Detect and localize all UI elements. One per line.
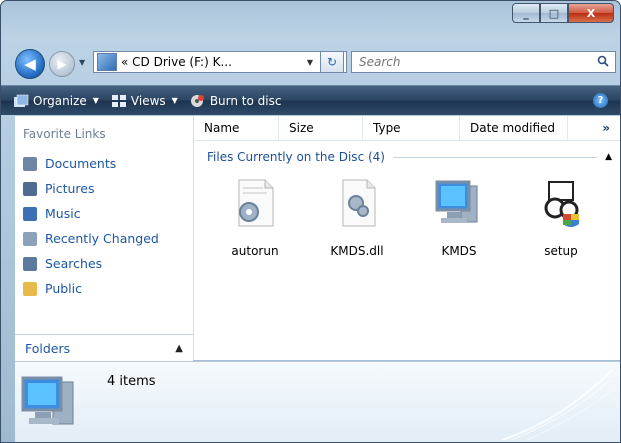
folders-toggle[interactable]: Folders ▲ — [15, 334, 193, 361]
address-dropdown-icon[interactable]: ▼ — [302, 58, 318, 67]
back-button[interactable]: ◀ — [15, 49, 45, 79]
sidebar-item-public[interactable]: Public — [15, 276, 193, 301]
maximize-button[interactable]: □ — [540, 3, 568, 23]
dll-gear-icon — [342, 179, 376, 227]
chevron-down-icon: ▼ — [171, 96, 178, 105]
recent-pages-dropdown[interactable]: ▼ — [79, 58, 85, 67]
details-pane: 4 items — [15, 361, 620, 442]
sidebar-item-music[interactable]: Music — [15, 201, 193, 226]
chevron-down-icon: ▼ — [92, 96, 99, 105]
forward-arrow-icon: ▶ — [57, 57, 67, 71]
file-item-kmds-dll[interactable]: KMDS.dll — [306, 176, 408, 258]
file-label: KMDS — [441, 244, 477, 258]
file-label: autorun — [231, 244, 279, 258]
group-divider — [392, 156, 598, 158]
favorite-links-header: Favorite Links — [23, 127, 106, 141]
close-button[interactable]: X — [568, 3, 614, 23]
forward-button[interactable]: ▶ — [49, 51, 75, 77]
caption-buttons: _ □ X — [512, 3, 614, 23]
file-item-kmds[interactable]: KMDS — [408, 176, 510, 258]
explorer-window: _ □ X ◀ ▶ ▼ « CD Drive (F:) K... ▼ ↻ Org… — [0, 0, 621, 443]
address-text: « CD Drive (F:) K... — [121, 55, 232, 69]
command-bar: Organize ▼ Views ▼ Burn to disc ? — [1, 85, 620, 115]
sidebar-item-recently-changed[interactable]: Recently Changed — [15, 226, 193, 251]
music-icon — [23, 206, 37, 221]
help-icon[interactable]: ? — [593, 93, 608, 108]
address-row: ◀ ▶ ▼ « CD Drive (F:) K... ▼ ↻ — [1, 45, 620, 79]
sidebar-item-label: Music — [45, 206, 81, 221]
file-item-setup[interactable]: setup — [510, 176, 612, 258]
file-label: KMDS.dll — [330, 244, 384, 258]
search-icon[interactable] — [597, 55, 609, 70]
column-headers: Name Size Type Date modified » — [194, 116, 620, 141]
sidebar-item-label: Recently Changed — [45, 231, 159, 246]
cd-drive-icon — [97, 53, 117, 71]
pictures-icon — [23, 181, 37, 196]
documents-icon — [23, 156, 37, 171]
file-label: setup — [544, 244, 578, 258]
item-count: 4 items — [107, 374, 156, 389]
file-item-autorun[interactable]: autorun — [204, 176, 306, 258]
column-type[interactable]: Type — [363, 116, 460, 140]
sidebar-item-label: Documents — [45, 156, 117, 171]
minimize-button[interactable]: _ — [512, 3, 540, 23]
settings-file-icon — [238, 179, 274, 227]
folders-label: Folders — [25, 340, 71, 356]
burn-to-disc-button[interactable]: Burn to disc — [190, 93, 282, 108]
views-label: Views — [130, 93, 166, 108]
sidebar-item-label: Pictures — [45, 181, 95, 196]
sidebar-item-label: Searches — [45, 256, 103, 271]
navigation-pane: Favorite Links Documents Pictures Music … — [15, 116, 194, 360]
search-box — [351, 51, 616, 73]
sidebar-item-documents[interactable]: Documents — [15, 151, 193, 176]
search-input[interactable] — [357, 54, 581, 70]
refresh-button[interactable]: ↻ — [320, 51, 344, 73]
computer-app-icon — [435, 180, 478, 223]
group-title: Files Currently on the Disc (4) — [207, 150, 385, 164]
file-items: autorun KMDS.dll KMDS setup — [204, 176, 620, 258]
views-icon — [111, 94, 126, 107]
column-name[interactable]: Name — [194, 116, 279, 140]
views-menu[interactable]: Views ▼ — [111, 94, 178, 108]
sidebar-item-searches[interactable]: Searches — [15, 251, 193, 276]
group-header[interactable]: Files Currently on the Disc (4) ▲ — [207, 150, 620, 164]
decorative-sheen — [502, 370, 612, 440]
organize-menu[interactable]: Organize ▼ — [13, 94, 99, 108]
column-size[interactable]: Size — [279, 116, 363, 140]
chevron-up-icon: ▲ — [175, 342, 183, 354]
searches-icon — [23, 256, 37, 271]
file-list-pane: Name Size Type Date modified » Files Cur… — [194, 116, 620, 360]
recently-changed-icon — [23, 231, 37, 246]
computer-icon — [21, 376, 74, 425]
organize-label: Organize — [33, 93, 87, 108]
sidebar-item-pictures[interactable]: Pictures — [15, 176, 193, 201]
organize-icon — [14, 94, 29, 107]
column-date-modified[interactable]: Date modified — [460, 116, 568, 140]
address-bar[interactable]: « CD Drive (F:) K... ▼ — [93, 51, 347, 73]
more-columns-button[interactable]: » — [592, 116, 620, 140]
chevron-up-icon[interactable]: ▲ — [605, 152, 612, 162]
sidebar-item-label: Public — [45, 281, 82, 296]
installer-shield-icon — [544, 181, 579, 227]
public-folder-icon — [23, 281, 37, 296]
burn-label: Burn to disc — [209, 93, 282, 108]
refresh-icon: ↻ — [326, 55, 338, 69]
burn-disc-icon — [190, 94, 204, 107]
back-arrow-icon: ◀ — [24, 55, 36, 73]
